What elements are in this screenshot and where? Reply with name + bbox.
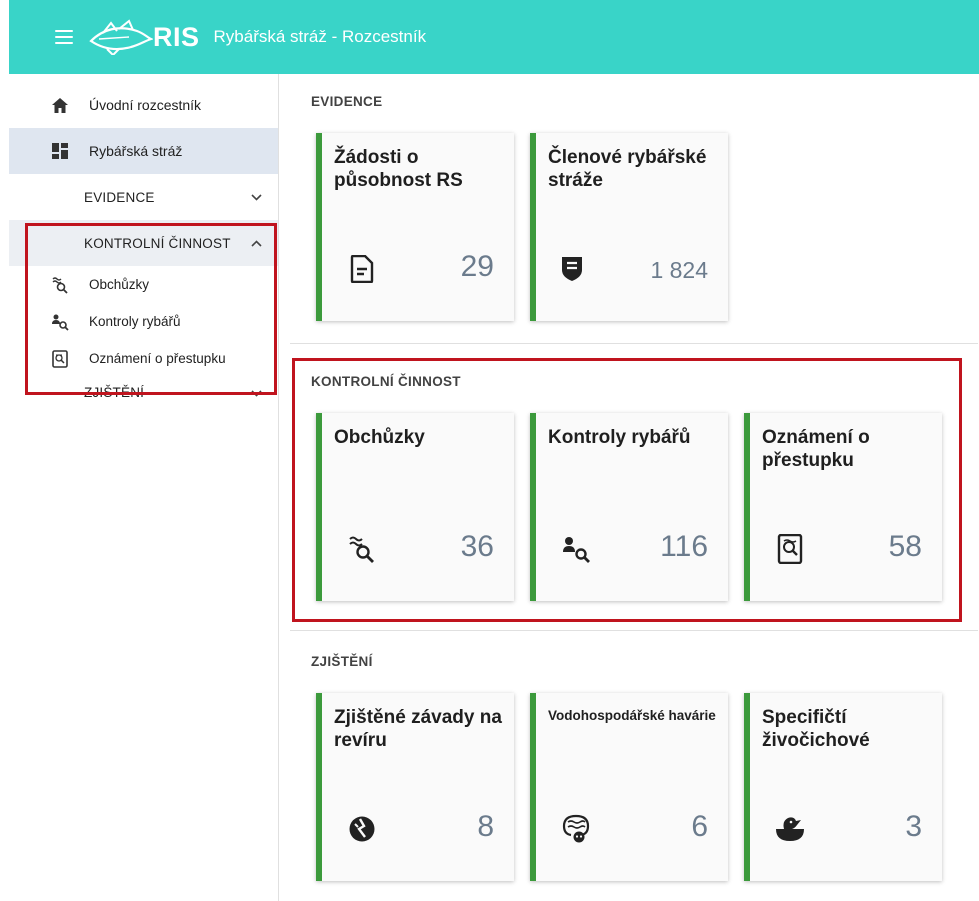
sidebar-group-zjisteni[interactable]: ZJIŠTĚNÍ: [9, 379, 278, 417]
sidebar-item-label: Kontroly rybářů: [89, 314, 181, 329]
sidebar-item-oznameni-o-prestupku[interactable]: Oznámení o přestupku: [9, 340, 278, 377]
home-icon: [51, 96, 69, 114]
chevron-up-icon: [250, 237, 262, 249]
card-count: 58: [888, 530, 922, 563]
card-count: 29: [460, 250, 494, 283]
patrol-search-icon: [346, 533, 378, 565]
card-specificti-zivocichove[interactable]: Specifičtí živočichové 3: [744, 693, 942, 881]
patrol-search-icon: [51, 276, 69, 294]
card-count: 8: [477, 810, 494, 843]
sidebar-group-evidence[interactable]: EVIDENCE: [9, 174, 278, 220]
card-kontroly-rybaru[interactable]: Kontroly rybářů 116: [530, 413, 728, 601]
main-content: EVIDENCE Žádosti o působnost RS 29 Členo…: [280, 74, 979, 901]
card-title: Zjištěné závady na revíru: [334, 707, 502, 751]
fish-logo-icon: [89, 19, 153, 55]
top-app-bar: RIS Rybářská stráž - Rozcestník: [9, 0, 979, 74]
person-search-icon: [51, 313, 69, 331]
duck-icon: [774, 813, 806, 845]
sidebar-item-home[interactable]: Úvodní rozcestník: [9, 82, 278, 128]
section-title-kontrolni-cinnost: KONTROLNÍ ČINNOST: [311, 374, 461, 389]
card-title: Specifičtí živočichové: [762, 707, 870, 751]
menu-icon[interactable]: [55, 30, 73, 44]
sidebar: Úvodní rozcestník Rybářská stráž EVIDENC…: [9, 74, 279, 901]
sidebar-group-label: EVIDENCE: [84, 189, 155, 205]
card-count: 6: [691, 810, 708, 843]
card-obchuzky[interactable]: Obchůzky 36: [316, 413, 514, 601]
pollution-icon: [560, 813, 592, 845]
person-search-icon: [560, 533, 592, 565]
section-title-evidence: EVIDENCE: [311, 94, 383, 109]
card-title: Kontroly rybářů: [548, 427, 691, 448]
card-count: 1 824: [650, 257, 708, 283]
sidebar-group-label: KONTROLNÍ ČINNOST: [84, 235, 231, 251]
violation-report-icon: [51, 349, 69, 368]
sidebar-item-label: Úvodní rozcestník: [89, 97, 202, 113]
sidebar-group-kontrolni-cinnost[interactable]: KONTROLNÍ ČINNOST: [9, 220, 278, 266]
card-zjistene-zavady[interactable]: Zjištěné závady na revíru 8: [316, 693, 514, 881]
card-vodohospodarske-havarie[interactable]: Vodohospodářské havárie 6: [530, 693, 728, 881]
sidebar-item-rybarska-straz[interactable]: Rybářská stráž: [9, 128, 278, 174]
violation-report-icon: [774, 533, 806, 565]
card-count: 3: [905, 810, 922, 843]
broken-globe-icon: [346, 813, 378, 845]
card-title: Vodohospodářské havárie: [548, 708, 716, 723]
app-logo[interactable]: RIS: [89, 17, 200, 57]
document-icon: [346, 253, 378, 285]
section-divider: [290, 630, 978, 631]
dashboard-icon: [51, 142, 69, 160]
page-title: Rybářská stráž - Rozcestník: [213, 27, 427, 46]
card-title: Členové rybářské stráže: [548, 147, 707, 191]
chevron-down-icon: [250, 387, 262, 399]
chevron-down-icon: [250, 191, 262, 203]
sidebar-item-obchuzky[interactable]: Obchůzky: [9, 266, 278, 303]
section-divider: [290, 343, 978, 344]
card-oznameni-o-prestupku[interactable]: Oznámení o přestupku 58: [744, 413, 942, 601]
shield-icon: [556, 253, 588, 285]
section-title-zjisteni: ZJIŠTĚNÍ: [311, 654, 373, 669]
card-title: Obchůzky: [334, 427, 425, 448]
sidebar-item-kontroly-rybaru[interactable]: Kontroly rybářů: [9, 303, 278, 340]
sidebar-item-label: Obchůzky: [89, 277, 150, 292]
sidebar-group-label: ZJIŠTĚNÍ: [84, 385, 145, 400]
card-count: 36: [460, 530, 494, 563]
sidebar-item-label: Rybářská stráž: [89, 143, 183, 159]
logo-text: RIS: [153, 21, 200, 52]
card-title: Žádosti o působnost RS: [334, 147, 463, 191]
card-zadosti-o-pusobnost[interactable]: Žádosti o působnost RS 29: [316, 133, 514, 321]
card-clenove-rybarske-straze[interactable]: Členové rybářské stráže 1 824: [530, 133, 728, 321]
card-count: 116: [660, 530, 708, 563]
sidebar-item-label: Oznámení o přestupku: [89, 351, 226, 366]
card-title: Oznámení o přestupku: [762, 427, 870, 471]
